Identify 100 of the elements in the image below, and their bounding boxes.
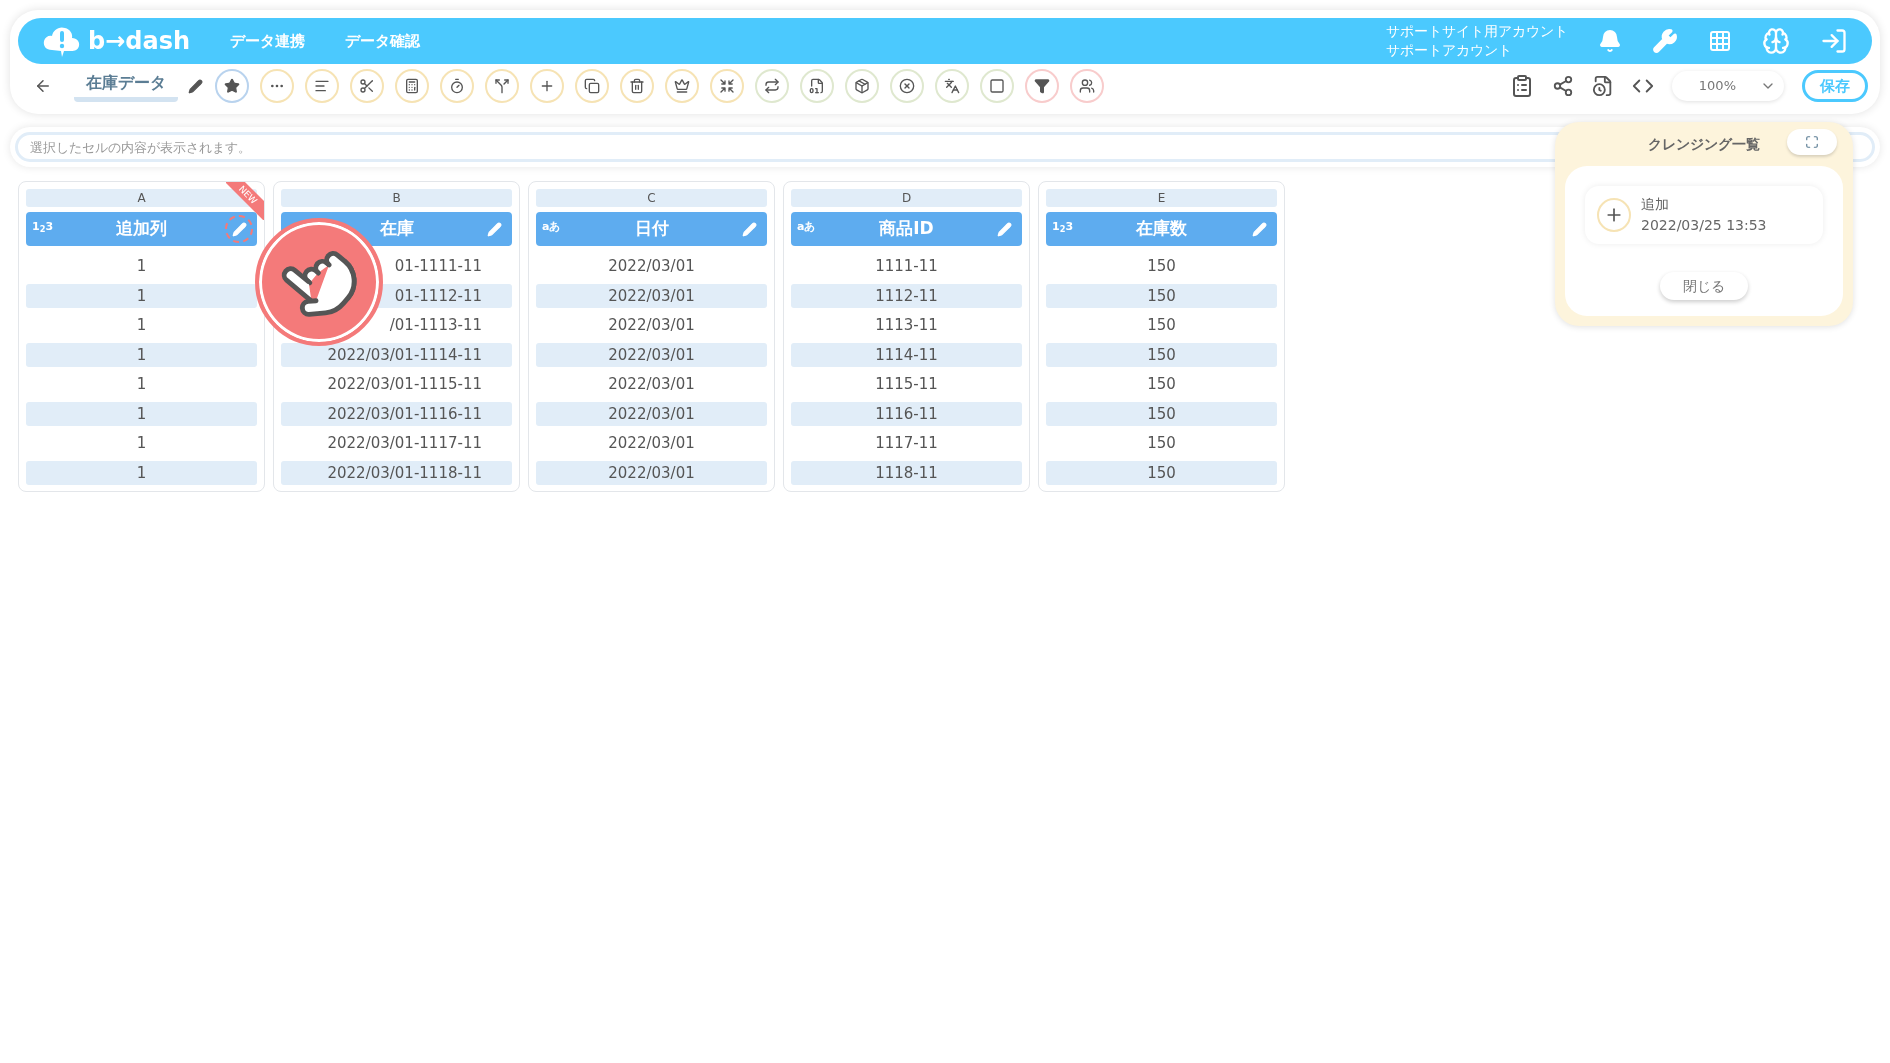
table-cell-text: 1 <box>135 433 148 454</box>
table-cell-text: 150 <box>1146 374 1177 395</box>
tool-button[interactable] <box>935 69 969 103</box>
table-cell-text: 1113-11 <box>874 315 939 336</box>
table-cell: 150 <box>1046 342 1277 367</box>
item-time: 2022/03/25 13:53 <box>1641 216 1767 235</box>
table-cell: 2022/03/01 <box>536 401 767 426</box>
table-cell: 2022/03/01-1116-11 <box>281 401 512 426</box>
plus-icon <box>539 78 555 94</box>
table-cell: 1 <box>26 342 257 367</box>
table-cell-text: 1117-11 <box>874 433 939 454</box>
table-cell: 2022/03/01 <box>536 283 767 308</box>
column-letter: B <box>281 189 512 207</box>
tool-button[interactable] <box>755 69 789 103</box>
tool-button[interactable] <box>1070 69 1104 103</box>
tool-button[interactable] <box>485 69 519 103</box>
timer-icon <box>449 78 465 94</box>
tool-button[interactable] <box>530 69 564 103</box>
zoom-select[interactable]: 100% <box>1672 71 1784 101</box>
tool-button[interactable] <box>305 69 339 103</box>
crown-icon <box>674 78 690 94</box>
table-cell-text: 150 <box>1146 256 1177 277</box>
column-letter: D <box>791 189 1022 207</box>
column-name: 日付 <box>634 217 669 241</box>
table-cell: 1112-11 <box>791 283 1022 308</box>
clipboard-icon[interactable] <box>1510 74 1534 98</box>
table-cell-text: 2022/03/01 <box>607 256 696 277</box>
table-cell-text: 1 <box>135 315 148 336</box>
translate-icon <box>944 78 960 94</box>
text-lines-icon <box>314 78 330 94</box>
tool-button[interactable] <box>890 69 924 103</box>
type-label: 1$_{2}$3 <box>32 219 54 236</box>
tool-button[interactable] <box>350 69 384 103</box>
filter-icon <box>1034 78 1050 94</box>
panel-title: クレンジング一覧 <box>1648 134 1760 154</box>
plus-icon <box>1597 198 1631 232</box>
digit-file-icon <box>809 78 825 94</box>
table-cell-text: 150 <box>1146 433 1177 454</box>
tool-button[interactable] <box>1025 69 1059 103</box>
table-cell: 1118-11 <box>791 460 1022 485</box>
account-name: サポートサイト用アカウント <box>1386 22 1568 41</box>
table-cell-text: 01-1111-11 <box>393 256 483 277</box>
column-name: 在庫数 <box>1136 217 1187 241</box>
tool-button[interactable] <box>440 69 474 103</box>
close-button[interactable]: 閉じる <box>1660 272 1748 300</box>
tool-button[interactable] <box>620 69 654 103</box>
edit-button[interactable] <box>225 215 253 243</box>
table-cell-text: 2022/03/01-1115-11 <box>326 374 483 395</box>
scissors-icon <box>359 78 375 94</box>
table-cell-text: 1 <box>135 374 148 395</box>
split-icon <box>494 78 510 94</box>
copy-icon <box>584 78 600 94</box>
tool-button[interactable] <box>215 69 249 103</box>
column-letter: E <box>1046 189 1277 207</box>
pencil-icon <box>1251 221 1267 237</box>
star-icon <box>224 78 240 94</box>
account-name: サポートアカウント <box>1386 41 1513 60</box>
table-cell: 2022/03/01-1114-11 <box>281 342 512 367</box>
column-name: 追加列 <box>116 217 167 241</box>
tool-button[interactable] <box>575 69 609 103</box>
pencil-icon <box>996 221 1012 237</box>
table-cell: 1114-11 <box>791 342 1022 367</box>
table-cell: 150 <box>1046 460 1277 485</box>
type-label: 1$_{2}$3 <box>1052 219 1074 236</box>
pencil-icon[interactable] <box>188 78 203 94</box>
circle-x-icon <box>899 78 915 94</box>
share-icon[interactable] <box>1552 75 1574 97</box>
table-cell-text: /01-1113-11 <box>388 315 483 336</box>
table-cell-text: 1111-11 <box>874 256 939 277</box>
tool-button[interactable] <box>845 69 879 103</box>
table-cell: 150 <box>1046 401 1277 426</box>
table-cell-text: 2022/03/01 <box>607 433 696 454</box>
tool-button[interactable] <box>980 69 1014 103</box>
table-cell-text: 2022/03/01 <box>607 315 696 336</box>
column-letter: C <box>536 189 767 207</box>
tool-button[interactable] <box>710 69 744 103</box>
type-label: aあ <box>797 219 816 235</box>
table-cell: 150 <box>1046 283 1277 308</box>
table-cell: 2022/03/01 <box>536 342 767 367</box>
table-cell: 1 <box>26 460 257 485</box>
users-icon <box>1079 78 1095 94</box>
expand-icon <box>1805 135 1819 149</box>
back-icon[interactable] <box>34 77 52 95</box>
table-cell-text: 1 <box>135 256 148 277</box>
repeat-icon <box>764 78 780 94</box>
file-history-icon[interactable] <box>1592 75 1614 97</box>
table-cell: 2022/03/01 <box>536 460 767 485</box>
tool-button[interactable] <box>395 69 429 103</box>
logo-text: b→dash <box>88 26 191 57</box>
table-cell-text: 150 <box>1146 315 1177 336</box>
type-label: aあ <box>542 219 561 235</box>
cleansing-item[interactable]: 追加 2022/03/25 13:53 <box>1585 186 1823 244</box>
trash-icon <box>629 78 645 94</box>
sheet-title[interactable]: 在庫データ <box>74 70 178 102</box>
square-icon <box>989 78 1005 94</box>
table-cell-text: 2022/03/01 <box>607 374 696 395</box>
tool-button[interactable] <box>800 69 834 103</box>
pencil-icon <box>486 221 502 237</box>
tool-button[interactable] <box>665 69 699 103</box>
table-cell: 2022/03/01-1118-11 <box>281 460 512 485</box>
